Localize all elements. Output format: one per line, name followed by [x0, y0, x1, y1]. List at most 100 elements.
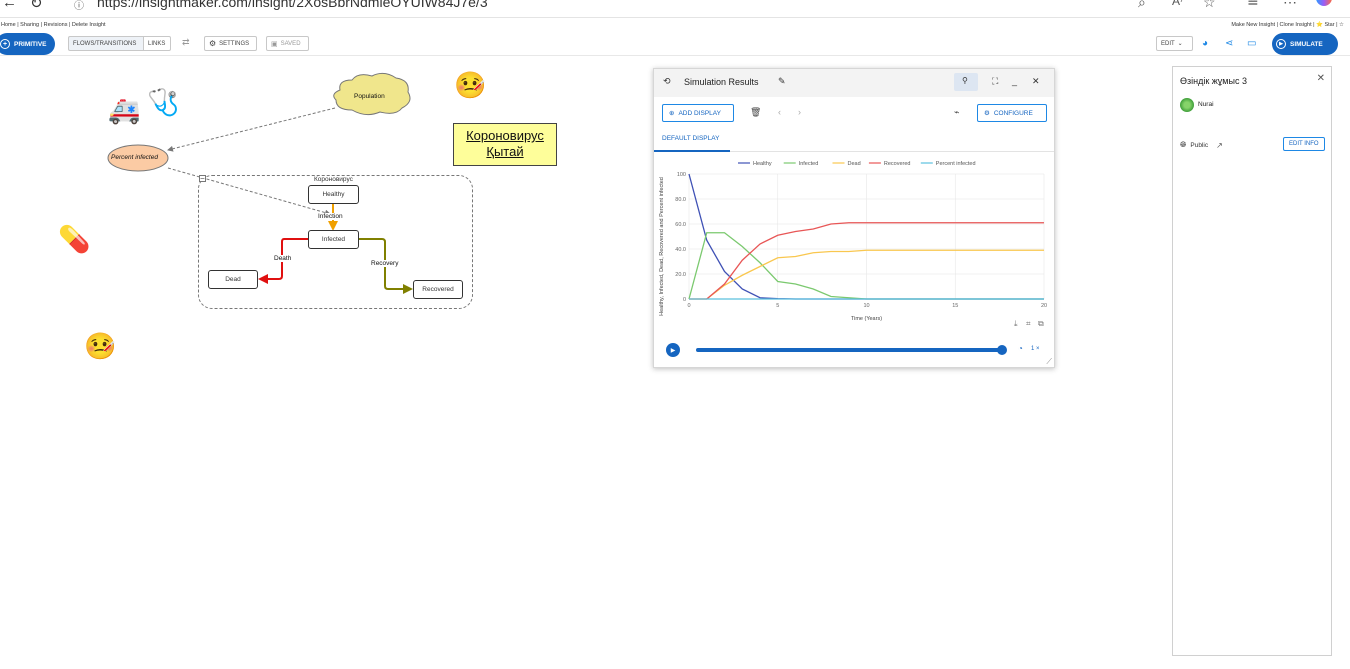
minimize-icon[interactable]: _	[1012, 76, 1017, 86]
simulation-window-header[interactable]: ⟲ Simulation Results ✎ ⚲ ⛶ _ ✕	[654, 69, 1054, 97]
edit-pencil-icon[interactable]: ✎	[778, 76, 786, 87]
palette-icon[interactable]: ◕	[1202, 38, 1208, 49]
stock-dead[interactable]: Dead	[208, 270, 258, 289]
save-disk-icon: ▣	[271, 40, 278, 48]
speed-label[interactable]: 1 ×	[1031, 346, 1040, 352]
favorite-star-icon[interactable]: ☆	[1203, 0, 1216, 11]
percent-infected-label[interactable]: Percent infected	[110, 154, 159, 161]
compare-icon: ⚲	[962, 76, 968, 85]
y-tick-label: 20.0	[675, 272, 686, 278]
play-circle-icon: ▶	[1276, 39, 1286, 49]
speed-gauge-icon[interactable]: ◔	[1018, 344, 1023, 353]
flow-recovery-label[interactable]: Recovery	[370, 260, 400, 267]
search-icon[interactable]: ⌕	[1138, 0, 1146, 11]
y-tick-label: 80.0	[675, 197, 686, 203]
x-tick-label: 5	[776, 303, 779, 309]
info-icon[interactable]: ⓘ	[74, 0, 84, 12]
simulate-button[interactable]: ▶ SIMULATE	[1272, 33, 1338, 55]
legend-label: Recovered	[884, 161, 911, 167]
insight-info-panel: Өзіндік жұмыс 3 ✕ Nurai 🌐︎ Public ↗ EDIT…	[1172, 66, 1332, 656]
note-coronavirus-china[interactable]: Короновирус Қытай	[453, 123, 557, 166]
reload-icon[interactable]: ↻	[30, 0, 43, 12]
y-tick-label: 0	[683, 297, 686, 303]
configure-button[interactable]: ⚙ CONFIGURE	[977, 104, 1047, 122]
play-button[interactable]: ▶	[666, 343, 680, 357]
url-text[interactable]: https://insightmaker.com/insight/2XosBbr…	[97, 0, 488, 10]
y-tick-label: 60.0	[675, 222, 686, 228]
population-label[interactable]: Population	[353, 93, 386, 100]
insight-links-right[interactable]: Make New Insight | Clone Insight | ⭐ Sta…	[1231, 22, 1344, 28]
simulation-results-window[interactable]: ⟲ Simulation Results ✎ ⚲ ⛶ _ ✕ ⊕ ADD DIS…	[653, 68, 1055, 368]
copilot-icon[interactable]	[1316, 0, 1332, 6]
swap-icon[interactable]: ⇄	[182, 37, 190, 48]
settings-gear-icon: ⚙	[209, 39, 217, 48]
tab-default-display[interactable]: DEFAULT DISPLAY	[662, 135, 719, 142]
visibility-label: Public	[1190, 141, 1209, 149]
sick-face-icon[interactable]: 🤒	[454, 72, 486, 98]
simulation-title: Simulation Results	[684, 77, 759, 87]
insight-links-left[interactable]: Home | Sharing | Revisions | Delete Insi…	[1, 22, 106, 28]
legend-label: Infected	[799, 161, 819, 167]
flow-death-label[interactable]: Death	[273, 255, 293, 262]
flow-infection-label[interactable]: Infection	[317, 213, 344, 220]
y-tick-label: 40.0	[675, 247, 686, 253]
chevron-left-icon[interactable]: ‹	[778, 107, 781, 117]
crop-icon[interactable]: ⌗	[1026, 319, 1031, 329]
delete-trash-icon[interactable]: 🗑	[750, 107, 761, 118]
saved-label: SAVED	[280, 40, 301, 47]
resize-handle-icon[interactable]: ⟋	[1046, 357, 1052, 367]
note-line-2: Қытай	[486, 144, 524, 159]
avatar[interactable]	[1180, 98, 1194, 112]
download-icon[interactable]: ⤓	[1014, 319, 1018, 329]
legend-label: Percent infected	[936, 161, 976, 167]
stock-healthy[interactable]: Healthy	[308, 185, 359, 204]
links-button[interactable]: LINKS	[143, 36, 171, 51]
add-display-button[interactable]: ⊕ ADD DISPLAY	[662, 104, 734, 122]
time-slider-handle[interactable]	[997, 345, 1007, 355]
stock-infected[interactable]: Infected	[308, 230, 359, 249]
sick-face-icon-2[interactable]: 🤒	[84, 333, 116, 359]
fullscreen-icon[interactable]: ⛶	[992, 76, 998, 87]
share-icon[interactable]: ⋖	[1225, 38, 1233, 49]
back-arrow-icon[interactable]: ←	[2, 0, 17, 11]
toolbox-icon[interactable]: ▭	[1247, 38, 1256, 49]
edit-info-button[interactable]: EDIT INFO	[1283, 137, 1325, 151]
configure-label: CONFIGURE	[993, 109, 1033, 117]
chevron-down-icon: ⌄	[1177, 41, 1183, 47]
read-aloud-icon[interactable]: A⁾	[1172, 0, 1183, 8]
x-tick-label: 20	[1041, 303, 1047, 309]
globe-icon: 🌐︎	[1180, 140, 1187, 149]
primitive-button[interactable]: + PRIMITIVE	[0, 33, 55, 55]
history-icon: ⟲	[663, 76, 671, 86]
author-name[interactable]: Nurai	[1198, 101, 1214, 108]
trend-icon: ↗	[1216, 140, 1223, 150]
stethoscope-icon[interactable]: 🩺	[147, 89, 179, 115]
settings-button[interactable]: ⚙ SETTINGS	[204, 36, 257, 51]
pill-icon[interactable]: 💊	[58, 226, 90, 252]
folder-collapse-icon[interactable]: –	[199, 175, 206, 182]
favorites-list-icon[interactable]: ≛	[1247, 0, 1259, 11]
folder-title: Короновирус	[314, 176, 353, 183]
flows-label: FLOWS/TRANSITIONS	[73, 40, 137, 47]
x-tick-label: 15	[952, 303, 958, 309]
flows-transitions-button[interactable]: FLOWS/TRANSITIONS	[68, 36, 144, 51]
gear-icon: ⚙	[984, 110, 990, 117]
note-line-1: Короновирус	[466, 128, 544, 143]
browser-address-bar: ← ↻ ⓘ https://insightmaker.com/insight/2…	[0, 0, 1350, 18]
expand-icon[interactable]: ⧉	[1038, 319, 1044, 329]
time-slider-track[interactable]	[696, 348, 1002, 352]
results-chart[interactable]: 0 20.0 40.0 60.0 80.0 100 0 5 10 15 20 Time (Years)…	[654, 154, 1054, 334]
settings-label: SETTINGS	[219, 40, 250, 47]
close-icon[interactable]: ✕	[1317, 73, 1325, 84]
edit-label: EDIT	[1161, 40, 1175, 47]
ambulance-icon[interactable]: 🚑	[108, 97, 140, 123]
x-tick-label: 0	[687, 303, 690, 309]
more-icon[interactable]: ⋯	[1283, 0, 1297, 11]
stock-recovered[interactable]: Recovered	[413, 280, 463, 299]
chart-type-icon[interactable]: ⌁	[954, 107, 959, 118]
chevron-right-icon[interactable]: ›	[798, 107, 801, 117]
edit-dropdown[interactable]: EDIT ⌄	[1156, 36, 1193, 51]
x-axis-label: Time (Years)	[851, 316, 882, 322]
saved-button[interactable]: ▣ SAVED	[266, 36, 309, 51]
close-icon[interactable]: ✕	[1032, 76, 1040, 87]
